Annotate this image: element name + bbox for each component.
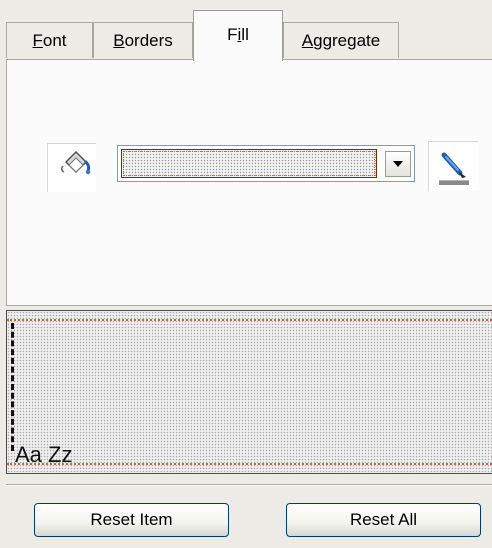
tab-borders[interactable]: Borders [93,22,193,58]
preview-left-border [11,323,14,451]
tab-fill-label-rest: ll [241,25,249,44]
style-preview: Aa Zz [6,310,492,474]
tab-font[interactable]: Font [6,22,93,58]
paint-bucket-icon [47,143,96,192]
tab-aggregate[interactable]: Aggregate [283,22,399,58]
tab-fill[interactable]: Fill [193,10,283,61]
tab-borders-label-rest: orders [124,31,173,50]
footer-separator [6,484,492,486]
color-picker-pen-icon [439,152,469,185]
preview-bottom-border [7,463,492,465]
tab-strip: Font Borders Fill Aggregate [0,0,492,61]
preview-top-border [7,319,492,321]
fill-color-swatch [121,149,377,178]
tab-aggregate-mnemonic: A [301,31,314,50]
color-picker-button[interactable] [428,141,478,191]
reset-all-button[interactable]: Reset All [286,503,481,537]
tab-aggregate-label-rest: ggregate [313,31,381,50]
tab-font-mnemonic: F [32,31,43,50]
fill-color-combo[interactable] [117,145,415,182]
dropdown-button[interactable] [385,151,411,177]
chevron-down-icon [393,161,403,167]
tab-borders-mnemonic: B [113,31,125,50]
tab-font-label-rest: ont [42,31,67,50]
reset-item-button[interactable]: Reset Item [34,503,229,537]
tab-fill-label-pre: F [227,25,238,44]
